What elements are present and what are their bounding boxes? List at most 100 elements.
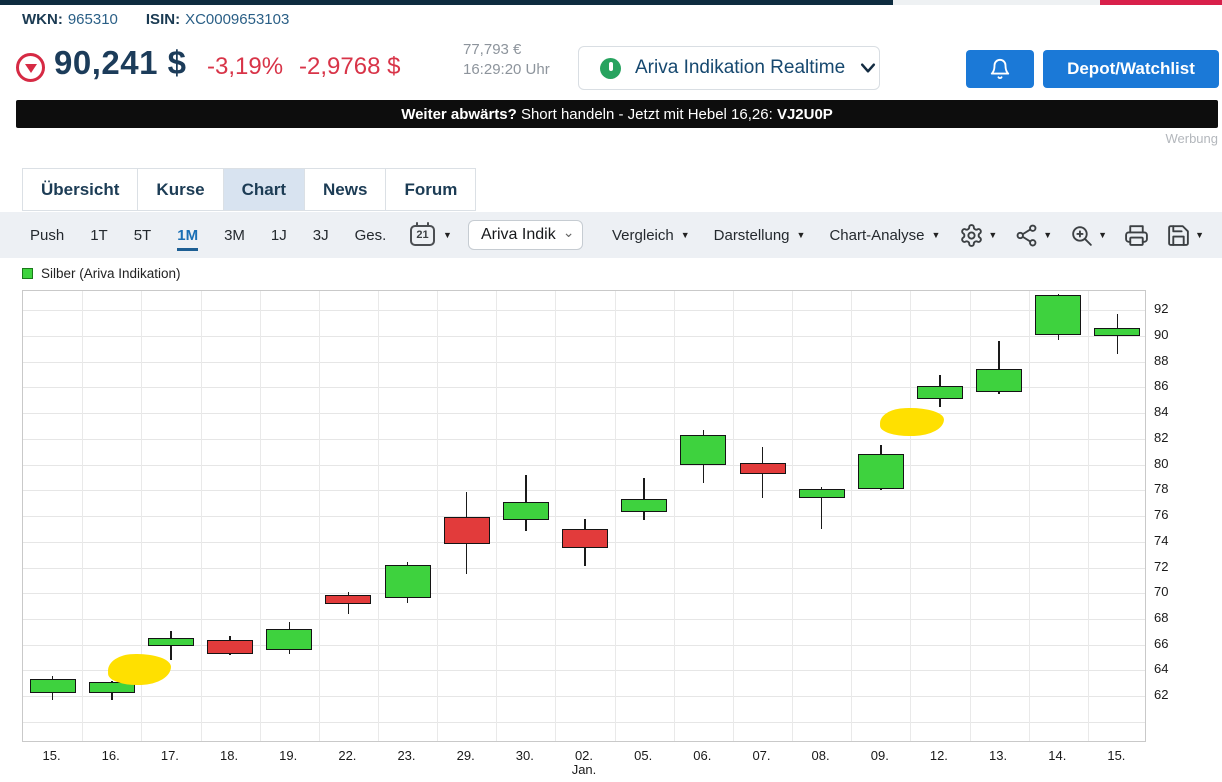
range-1t[interactable]: 1T	[90, 212, 108, 258]
x-tick-0: 15.	[27, 748, 77, 763]
x-tick-16: 13.	[973, 748, 1023, 763]
gridline-v-14	[851, 291, 852, 741]
range-3j[interactable]: 3J	[313, 212, 329, 258]
caret-down-icon: ▼	[1098, 231, 1107, 240]
menu-label: Darstellung	[714, 227, 790, 244]
gridline-v-17	[1029, 291, 1030, 741]
candle-body-8	[503, 502, 549, 520]
range-ges[interactable]: Ges.	[355, 212, 387, 258]
ad-code: VJ2U0P	[777, 106, 833, 123]
settings-button[interactable]: ▼	[959, 223, 997, 248]
range-3m[interactable]: 3M	[224, 212, 245, 258]
gridline-h-70	[23, 593, 1145, 594]
x-tick-11: 06.	[677, 748, 727, 763]
range-1m[interactable]: 1M	[177, 212, 198, 258]
candle-body-2	[148, 638, 194, 646]
calendar-icon: 21	[410, 225, 435, 246]
tab-bar: ÜbersichtKurseChartNewsForum	[22, 168, 476, 211]
gridline-h-62	[23, 696, 1145, 697]
menu-vergleich[interactable]: Vergleich▼	[612, 227, 690, 244]
gridline-v-5	[319, 291, 320, 741]
exchange-dropdown[interactable]: Ariva Indik ⌄	[468, 220, 583, 250]
tab-kurse[interactable]: Kurse	[137, 168, 223, 211]
gridline-v-9	[555, 291, 556, 741]
candle-body-12	[740, 463, 786, 473]
isin-label: ISIN:	[146, 11, 180, 28]
candlestick-plot[interactable]	[22, 290, 1146, 742]
gridline-h-92	[23, 310, 1145, 311]
range-1j[interactable]: 1J	[271, 212, 287, 258]
range-5t[interactable]: 5T	[134, 212, 152, 258]
ad-banner[interactable]: Weiter abwärts? Short handeln - Jetzt mi…	[16, 100, 1218, 128]
menu-chart-analyse[interactable]: Chart-Analyse▼	[829, 227, 940, 244]
candle-body-5	[325, 595, 371, 604]
tab--bersicht[interactable]: Übersicht	[22, 168, 138, 211]
zoom-in-icon	[1069, 223, 1094, 248]
top-strip-navy-segment	[0, 0, 893, 5]
y-tick-90: 90	[1154, 327, 1168, 342]
gridline-v-11	[674, 291, 675, 741]
menu-label: Chart-Analyse	[829, 227, 924, 244]
save-button[interactable]: ▼	[1166, 223, 1204, 248]
wkn-label: WKN:	[22, 11, 63, 28]
gridline-h-60	[23, 722, 1145, 723]
x-tick-18: 15.	[1091, 748, 1141, 763]
indicators-button[interactable]: ▼	[1014, 223, 1052, 248]
candle-body-13	[799, 489, 845, 498]
gridline-h-72	[23, 568, 1145, 569]
print-button[interactable]	[1124, 223, 1149, 248]
candle-body-17	[1035, 295, 1081, 335]
ariva-silver-chart-page: WKN:965310ISIN:XC0009653103 90,241 $ -3,…	[0, 0, 1222, 782]
ad-lead: Weiter abwärts?	[401, 106, 517, 123]
x-tick-13: 08.	[796, 748, 846, 763]
alerts-bell-button[interactable]	[966, 50, 1034, 88]
candle-body-11	[680, 435, 726, 465]
marker-highlight-dec16	[108, 653, 171, 685]
x-tick-5: 22.	[322, 748, 372, 763]
y-tick-84: 84	[1154, 404, 1168, 419]
gridline-v-6	[378, 291, 379, 741]
date-range-picker[interactable]: 21 ▼	[410, 212, 452, 258]
menu-darstellung[interactable]: Darstellung▼	[714, 227, 806, 244]
gridline-h-88	[23, 362, 1145, 363]
candle-body-6	[385, 565, 431, 598]
change-percent: -3,19%	[207, 53, 283, 80]
y-tick-80: 80	[1154, 456, 1168, 471]
candle-body-7	[444, 517, 490, 544]
depot-watchlist-button[interactable]: Depot/Watchlist	[1043, 50, 1219, 88]
indicators-icon	[1014, 223, 1039, 248]
candle-body-0	[30, 679, 76, 693]
y-tick-64: 64	[1154, 661, 1168, 676]
x-tick-9: 02.	[559, 748, 609, 763]
gridline-h-68	[23, 619, 1145, 620]
y-tick-74: 74	[1154, 533, 1168, 548]
legend-swatch-icon	[22, 268, 33, 279]
x-tick-4: 19.	[263, 748, 313, 763]
x-tick-3: 18.	[204, 748, 254, 763]
range-push[interactable]: Push	[30, 212, 64, 258]
tab-forum[interactable]: Forum	[385, 168, 476, 211]
caret-down-icon: ▼	[1043, 231, 1052, 240]
tab-news[interactable]: News	[304, 168, 386, 211]
gridline-v-1	[82, 291, 83, 741]
zoom-in-button[interactable]: ▼	[1069, 223, 1107, 248]
print-icon	[1124, 223, 1149, 248]
y-tick-88: 88	[1154, 353, 1168, 368]
y-tick-62: 62	[1154, 687, 1168, 702]
quote-source-label: Ariva Indikation Realtime	[635, 57, 845, 79]
tab-chart[interactable]: Chart	[223, 168, 305, 211]
quote-source-dropdown[interactable]: Ariva Indikation Realtime	[578, 46, 880, 90]
price-eur: 77,793 €	[463, 40, 550, 60]
gridline-h-64	[23, 670, 1145, 671]
chart-area: 62646668707274767880828486889092 15.16.1…	[0, 288, 1222, 782]
x-tick-8: 30.	[500, 748, 550, 763]
marker-highlight-jan09	[879, 407, 944, 436]
gridline-h-76	[23, 516, 1145, 517]
candle-body-18	[1094, 328, 1140, 336]
chart-legend: Silber (Ariva Indikation)	[22, 266, 181, 281]
candle-body-14	[858, 454, 904, 489]
gridline-v-3	[201, 291, 202, 741]
y-tick-92: 92	[1154, 301, 1168, 316]
legend-label: Silber (Ariva Indikation)	[41, 266, 181, 281]
caret-down-icon: ▼	[1195, 231, 1204, 240]
